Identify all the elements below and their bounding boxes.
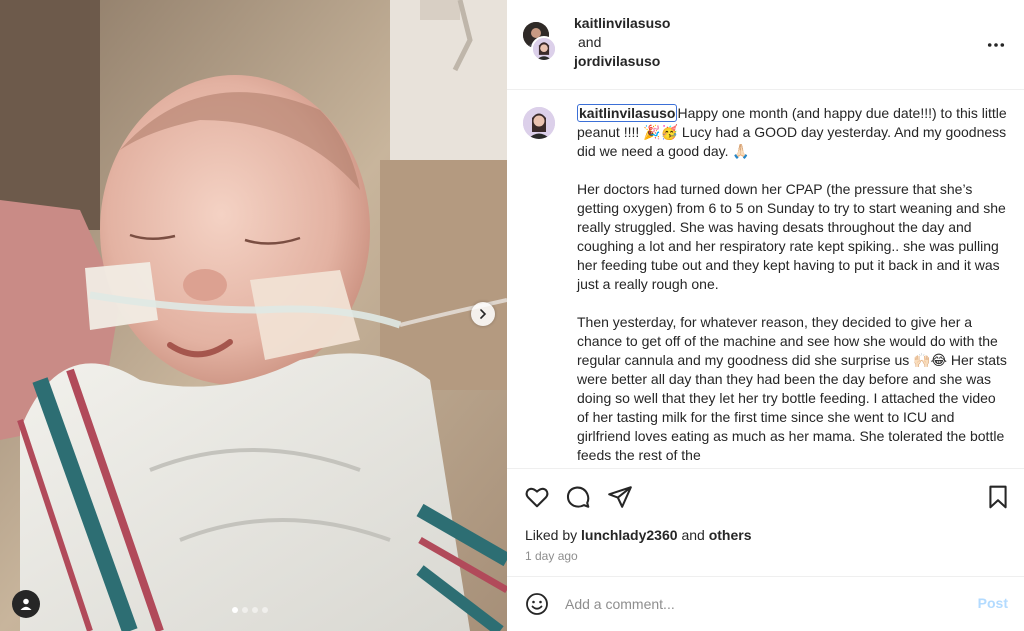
post-detail-panel: kaitlinvilasuso and jordivilasuso kaitli… (507, 0, 1024, 631)
next-photo-button[interactable] (471, 302, 495, 326)
like-button[interactable] (524, 484, 550, 510)
caption-section: kaitlinvilasuso Happy one month (and happ… (507, 91, 1024, 468)
avatar[interactable] (523, 107, 555, 139)
post-authors: kaitlinvilasuso and jordivilasuso (574, 14, 670, 71)
user-tag-icon (20, 598, 32, 610)
share-button[interactable] (607, 484, 633, 510)
post-header: kaitlinvilasuso and jordivilasuso (507, 0, 1024, 90)
post-media[interactable] (0, 0, 507, 631)
post-timestamp[interactable]: 1 day ago (525, 549, 578, 563)
carousel-dot (262, 607, 268, 613)
liked-by-text: Liked by lunchlady2360 and others (525, 527, 751, 543)
avatar[interactable] (531, 36, 557, 62)
save-button[interactable] (985, 484, 1011, 510)
carousel-indicator (232, 607, 268, 613)
liked-by-prefix: Liked by (525, 527, 578, 543)
author-username-primary[interactable]: kaitlinvilasuso (574, 14, 670, 33)
heart-icon (525, 487, 549, 508)
caption-text: kaitlinvilasuso Happy one month (and happ… (577, 104, 1007, 468)
comment-icon (566, 486, 590, 508)
comment-button[interactable] (565, 484, 591, 510)
more-horizontal-icon (987, 43, 1005, 47)
post-actions: Liked by lunchlady2360 and others 1 day … (507, 468, 1024, 576)
tagged-users-button[interactable] (12, 590, 40, 618)
liked-by-others-link[interactable]: others (709, 527, 752, 543)
author-username-secondary[interactable]: jordivilasuso (574, 52, 670, 71)
chevron-right-icon (480, 309, 487, 319)
caption-username[interactable]: kaitlinvilasuso (577, 104, 678, 122)
bookmark-icon (989, 485, 1007, 509)
caption-paragraph: Her doctors had turned down her CPAP (th… (577, 181, 1006, 292)
more-options-button[interactable] (984, 33, 1008, 57)
emoji-button[interactable] (525, 592, 549, 616)
author-conjunction: and (578, 34, 602, 50)
send-icon (608, 486, 632, 508)
carousel-dot (252, 607, 258, 613)
liked-by-joiner: and (681, 527, 705, 543)
caption-paragraph: kaitlinvilasuso Happy one month (and happ… (577, 104, 1007, 161)
collab-avatars[interactable] (523, 22, 559, 62)
comment-input[interactable] (565, 591, 955, 617)
avatar-image (523, 107, 555, 139)
carousel-dot (242, 607, 248, 613)
post-photo (0, 0, 507, 631)
carousel-dot (232, 607, 238, 613)
add-comment-bar: Post (507, 576, 1024, 631)
liked-by-user-link[interactable]: lunchlady2360 (581, 527, 678, 543)
caption-paragraph: Then yesterday, for whatever reason, the… (577, 314, 1007, 463)
avatar-image (533, 38, 555, 60)
smile-icon (526, 593, 548, 615)
post-comment-button[interactable]: Post (978, 595, 1008, 611)
